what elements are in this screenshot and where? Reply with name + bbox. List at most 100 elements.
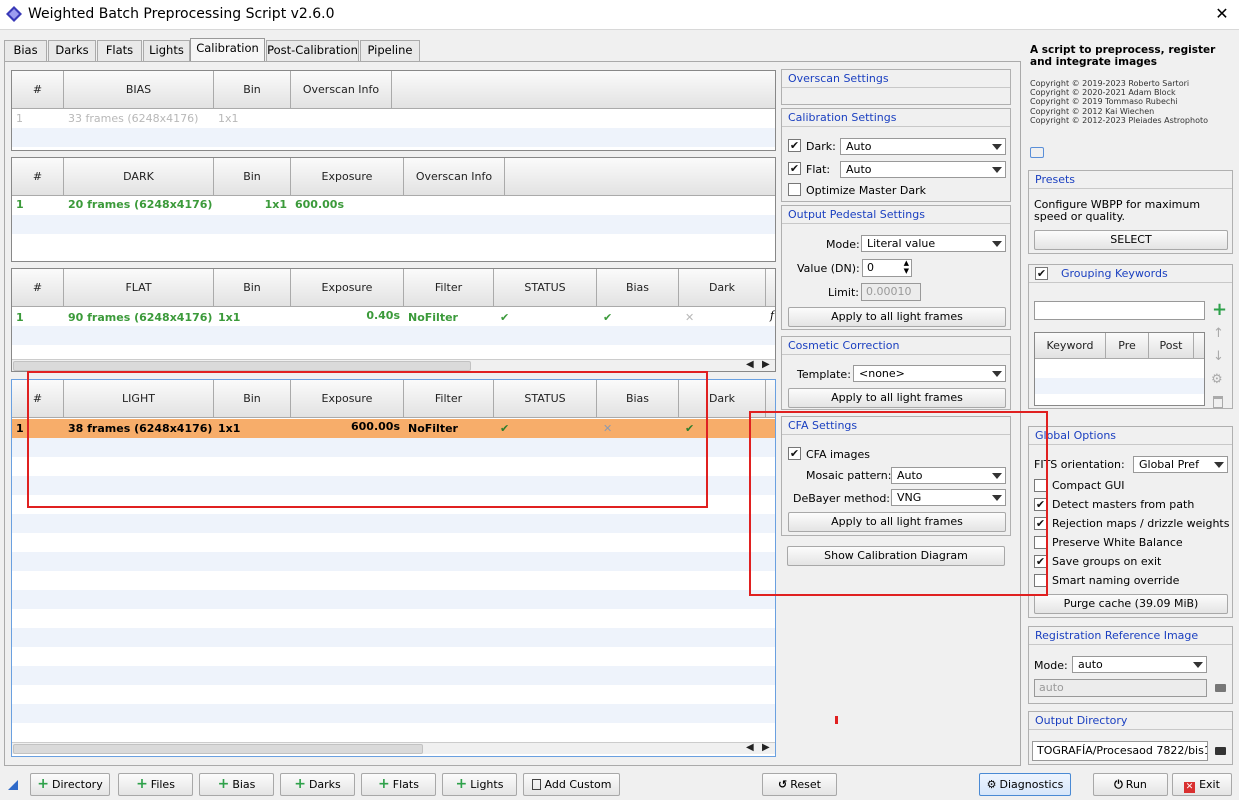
reg-reference-field[interactable]: auto xyxy=(1034,679,1207,697)
optimize-dark-checkbox[interactable] xyxy=(788,183,801,196)
scroll-left-icon[interactable]: ◀ xyxy=(746,742,754,753)
value-label: Value (DN): xyxy=(797,262,860,275)
run-button[interactable]: ⏻ Run xyxy=(1093,773,1168,796)
button-label: Flats xyxy=(392,778,419,791)
col-header[interactable]: Dark xyxy=(679,269,766,307)
col-header[interactable]: Keyword xyxy=(1035,333,1106,359)
col-header[interactable]: Overscan Info xyxy=(404,158,505,196)
tab-post-calibration[interactable]: Post-Calibration xyxy=(266,40,359,61)
reset-button[interactable]: ↺ Reset xyxy=(762,773,837,796)
flat-table[interactable]: # FLAT Bin Exposure Filter STATUS Bias D… xyxy=(11,268,776,372)
col-header[interactable]: FLAT xyxy=(64,269,214,307)
scroll-left-icon[interactable]: ◀ xyxy=(746,359,754,370)
button-label: Diagnostics xyxy=(999,778,1064,791)
col-header[interactable]: STATUS xyxy=(494,269,597,307)
scroll-thumb[interactable] xyxy=(13,361,471,371)
pedestal-mode-select[interactable]: Literal value xyxy=(861,235,1006,252)
tab-pipeline[interactable]: Pipeline xyxy=(360,40,420,61)
group-title[interactable]: Overscan Settings xyxy=(782,70,1010,88)
apply-pedestal-button[interactable]: Apply to all light frames xyxy=(788,307,1006,327)
dark-checkbox[interactable]: ✔ xyxy=(788,139,801,152)
col-header[interactable]: Exposure xyxy=(291,158,404,196)
flat-checkbox[interactable]: ✔ xyxy=(788,162,801,175)
col-header[interactable]: Filter xyxy=(404,269,494,307)
col-header[interactable]: Overscan Info xyxy=(291,71,392,109)
bias-table[interactable]: # BIAS Bin Overscan Info 1 33 frames (62… xyxy=(11,70,776,151)
keywords-table[interactable]: Keyword Pre Post xyxy=(1034,332,1205,406)
folder-icon[interactable] xyxy=(1215,684,1226,692)
col-header[interactable]: # xyxy=(12,158,64,196)
col-header[interactable]: Post xyxy=(1149,333,1194,359)
add-bias-button[interactable]: + Bias xyxy=(199,773,274,796)
button-label: Files xyxy=(150,778,175,791)
limit-field[interactable]: 0.00010 xyxy=(861,283,921,301)
diagnostics-button[interactable]: ⚙ Diagnostics xyxy=(979,773,1071,796)
scroll-right-icon[interactable]: ▶ xyxy=(762,359,770,370)
scroll-thumb[interactable] xyxy=(13,744,423,754)
template-select[interactable]: <none> xyxy=(853,365,1006,382)
select-preset-button[interactable]: SELECT xyxy=(1034,230,1228,250)
copyright-line: Copyright © 2019 Tommaso Rubechi xyxy=(1030,97,1178,107)
tab-calibration[interactable]: Calibration xyxy=(190,38,265,62)
add-keyword-icon[interactable]: + xyxy=(1212,299,1227,320)
tab-flats[interactable]: Flats xyxy=(97,40,142,61)
group-title[interactable]: Output Pedestal Settings xyxy=(782,206,1010,224)
group-title[interactable]: Calibration Settings xyxy=(782,109,1010,127)
group-title[interactable]: Grouping Keywords xyxy=(1029,265,1232,283)
keyword-input[interactable] xyxy=(1034,301,1205,320)
folder-icon[interactable] xyxy=(1215,747,1226,755)
group-title[interactable]: Presets xyxy=(1029,171,1232,189)
col-header[interactable]: Bias xyxy=(597,269,679,307)
col-header[interactable]: Bin xyxy=(214,71,291,109)
table-cell: 1 xyxy=(16,198,24,211)
close-icon[interactable]: ✕ xyxy=(1212,4,1232,23)
gear-icon[interactable]: ⚙ xyxy=(1211,372,1223,387)
gear-icon: ⚙ xyxy=(986,778,997,791)
fits-orientation-select[interactable]: Global Pref xyxy=(1133,456,1228,473)
col-header[interactable]: BIAS xyxy=(64,71,214,109)
col-header[interactable]: # xyxy=(12,269,64,307)
tab-lights[interactable]: Lights xyxy=(143,40,190,61)
annotation-box xyxy=(749,411,1048,596)
group-title[interactable]: Cosmetic Correction xyxy=(782,337,1010,355)
scroll-right-icon[interactable]: ▶ xyxy=(762,742,770,753)
group-title[interactable]: Registration Reference Image xyxy=(1029,627,1232,645)
script-description: A script to preprocess, register and int… xyxy=(1030,44,1216,68)
arrow-up-icon[interactable]: ↑ xyxy=(1213,326,1224,341)
col-header[interactable]: Pre xyxy=(1106,333,1149,359)
tab-darks[interactable]: Darks xyxy=(48,40,96,61)
expand-corner-icon[interactable] xyxy=(8,780,18,790)
horizontal-scrollbar[interactable]: ◀ ▶ xyxy=(12,742,775,754)
reg-mode-select[interactable]: auto xyxy=(1072,656,1207,673)
flat-select[interactable]: Auto xyxy=(840,161,1006,178)
grouping-keywords-checkbox[interactable]: ✔ xyxy=(1035,267,1048,280)
add-files-button[interactable]: + Files xyxy=(118,773,193,796)
add-lights-button[interactable]: + Lights xyxy=(442,773,517,796)
spin-arrows-icon[interactable]: ▲ ▼ xyxy=(904,260,909,275)
col-header[interactable]: Exposure xyxy=(291,269,404,307)
trash-icon[interactable] xyxy=(1213,396,1223,408)
col-header[interactable]: Bin xyxy=(214,269,291,307)
button-label: Add Custom xyxy=(544,778,612,791)
col-header[interactable]: Bin xyxy=(214,158,291,196)
add-flats-button[interactable]: + Flats xyxy=(361,773,436,796)
output-directory-field[interactable]: TOGRAFÍA/Procesaod 7822/bis1 xyxy=(1032,741,1208,761)
group-title[interactable]: Output Directory xyxy=(1029,712,1232,730)
add-darks-button[interactable]: + Darks xyxy=(280,773,355,796)
exit-button[interactable]: ✕ Exit xyxy=(1172,773,1232,796)
pedestal-value-spinbox[interactable]: 0 ▲ ▼ xyxy=(862,259,912,277)
presets-description: Configure WBPP for maximum speed or qual… xyxy=(1034,198,1201,223)
horizontal-scrollbar[interactable]: ◀ ▶ xyxy=(12,359,775,371)
group-title[interactable]: Global Options xyxy=(1029,427,1232,445)
chat-bubble-icon[interactable] xyxy=(1030,147,1044,158)
col-header[interactable]: DARK xyxy=(64,158,214,196)
col-header[interactable]: # xyxy=(12,71,64,109)
add-directory-button[interactable]: + Directory xyxy=(30,773,110,796)
purge-cache-button[interactable]: Purge cache (39.09 MiB) xyxy=(1034,594,1228,614)
dark-select[interactable]: Auto xyxy=(840,138,1006,155)
tab-bias[interactable]: Bias xyxy=(4,40,47,61)
apply-cosmetic-button[interactable]: Apply to all light frames xyxy=(788,388,1006,408)
add-custom-button[interactable]: Add Custom xyxy=(523,773,620,796)
arrow-down-icon[interactable]: ↓ xyxy=(1213,349,1224,364)
dark-table[interactable]: # DARK Bin Exposure Overscan Info 1 20 f… xyxy=(11,157,776,262)
